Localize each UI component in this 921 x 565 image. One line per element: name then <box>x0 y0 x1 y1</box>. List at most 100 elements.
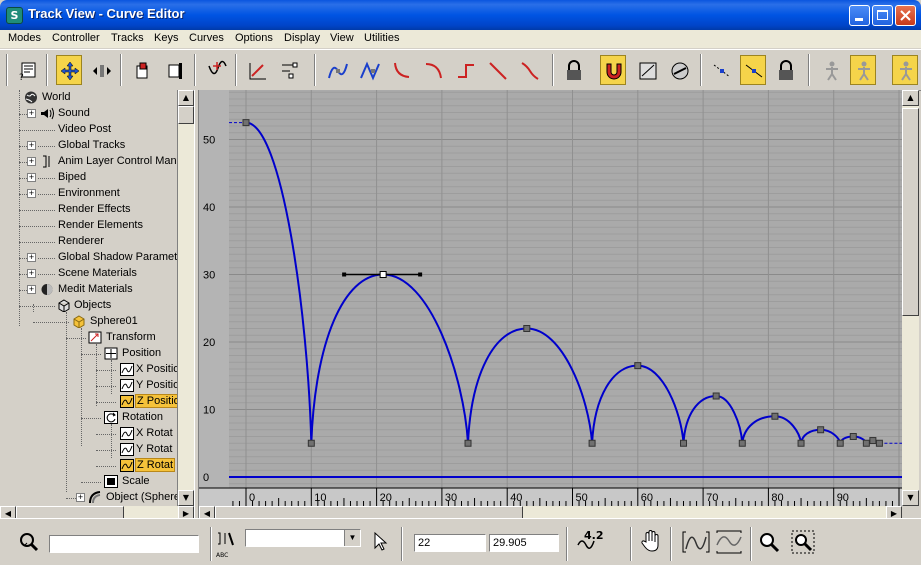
scroll-down-icon[interactable]: ▼ <box>178 490 194 506</box>
draw-curves-button[interactable] <box>244 55 270 85</box>
tree-item-z-position[interactable]: Z Positio <box>0 394 177 410</box>
menu-options[interactable]: Options <box>235 32 273 44</box>
tangent-handle-out[interactable] <box>418 272 423 277</box>
scale-values-button[interactable] <box>162 55 188 85</box>
snap-frames-button[interactable] <box>600 55 626 85</box>
tree-item-medit-materials[interactable]: + Medit Materials <box>0 282 177 298</box>
scroll-thumb[interactable] <box>178 106 194 124</box>
expand-icon[interactable]: + <box>27 109 36 118</box>
menu-modes[interactable]: Modes <box>8 32 41 44</box>
tree-item-anim-layer[interactable]: + Anim Layer Control Mana <box>0 154 177 170</box>
tree-item-world[interactable]: World <box>0 90 177 106</box>
tangent-slow-button[interactable] <box>420 55 446 85</box>
expand-icon[interactable]: + <box>27 285 36 294</box>
expand-icon[interactable]: + <box>27 189 36 198</box>
show-tangents-button[interactable] <box>708 55 734 85</box>
expand-icon[interactable]: + <box>27 269 36 278</box>
key[interactable] <box>771 412 779 420</box>
scale-keys-button[interactable] <box>130 55 156 85</box>
key-selected[interactable] <box>379 271 387 278</box>
expand-icon[interactable]: + <box>27 157 36 166</box>
tangent-fast-button[interactable] <box>388 55 414 85</box>
key[interactable] <box>712 392 720 400</box>
expand-icon[interactable]: + <box>27 253 36 262</box>
key[interactable] <box>242 119 250 127</box>
menu-keys[interactable]: Keys <box>154 32 178 44</box>
scroll-down-icon[interactable]: ▼ <box>902 490 919 506</box>
track-name-field[interactable] <box>49 535 199 553</box>
zoom-horizontal-extents-icon[interactable] <box>681 529 711 557</box>
expand-icon[interactable]: + <box>76 493 85 502</box>
slide-keys-button[interactable] <box>88 55 114 85</box>
graph-vertical-scrollbar[interactable]: ▲ ▼ <box>902 90 919 506</box>
show-keyable-button[interactable] <box>634 55 660 85</box>
lock-tangents-button[interactable] <box>772 55 798 85</box>
tree-item-scale[interactable]: Scale <box>0 474 177 490</box>
key[interactable] <box>862 439 870 447</box>
tree-item-rotation[interactable]: Rotation <box>0 410 177 426</box>
key[interactable] <box>836 439 844 447</box>
lock-selection-button[interactable] <box>560 55 586 85</box>
show-biped-xyz-button[interactable] <box>892 55 918 85</box>
zoom-icon[interactable] <box>758 531 782 555</box>
key[interactable] <box>307 439 315 447</box>
key[interactable] <box>738 439 746 447</box>
tree-item-render-elements[interactable]: Render Elements <box>0 218 177 234</box>
key[interactable] <box>869 437 877 445</box>
cursor-icon[interactable] <box>372 531 388 553</box>
tree-item-z-rotation[interactable]: Z Rotat <box>0 458 177 474</box>
zoom-selected-icon[interactable] <box>18 531 40 553</box>
key[interactable] <box>588 439 596 447</box>
menu-view[interactable]: View <box>330 32 354 44</box>
tree-item-render-effects[interactable]: Render Effects <box>0 202 177 218</box>
menu-display[interactable]: Display <box>284 32 320 44</box>
tree-item-renderer[interactable]: Renderer <box>0 234 177 250</box>
frame-field[interactable]: 22 <box>414 534 486 552</box>
minimize-button[interactable] <box>849 5 870 26</box>
zoom-value-extents-icon[interactable] <box>714 529 744 557</box>
key[interactable] <box>523 325 531 332</box>
expand-icon[interactable]: + <box>27 141 36 150</box>
tree-item-x-position[interactable]: X Positio <box>0 362 177 378</box>
tree-item-environment[interactable]: + Environment <box>0 186 177 202</box>
chevron-down-icon[interactable]: ▼ <box>344 530 360 546</box>
tree-item-biped[interactable]: + Biped <box>0 170 177 186</box>
key[interactable] <box>797 439 805 447</box>
filter-button[interactable]: ? <box>14 55 40 85</box>
tree-item-scene-materials[interactable]: + Scene Materials <box>0 266 177 282</box>
tree-item-video-post[interactable]: Video Post <box>0 122 177 138</box>
tangent-step-button[interactable] <box>452 55 478 85</box>
curve-graph[interactable]: 0 10 20 30 40 50 0 10 20 30 40 50 60 70 80 90 <box>199 90 902 506</box>
insert-keys-button[interactable] <box>203 55 229 85</box>
selection-set-dropdown[interactable]: ▼ <box>245 529 361 547</box>
menu-utilities[interactable]: Utilities <box>364 32 399 44</box>
title-bar[interactable]: S Track View - Curve Editor <box>0 0 921 30</box>
tree-item-objects[interactable]: Objects <box>0 298 177 314</box>
tree-item-sound[interactable]: + Sound <box>0 106 177 122</box>
tree-item-global-tracks[interactable]: + Global Tracks <box>0 138 177 154</box>
3ds-max-icon[interactable]: S <box>6 7 23 24</box>
reduce-keys-button[interactable] <box>276 55 302 85</box>
menu-curves[interactable]: Curves <box>189 32 224 44</box>
tree-item-global-shadow[interactable]: + Global Shadow Paramete <box>0 250 177 266</box>
value-field[interactable]: 29.905 <box>489 534 559 552</box>
tangent-linear-button[interactable] <box>484 55 510 85</box>
tree-item-x-rotation[interactable]: X Rotat <box>0 426 177 442</box>
tree-vertical-scrollbar[interactable]: ▲ ▼ <box>178 90 194 506</box>
zoom-region-icon[interactable] <box>790 529 816 555</box>
scroll-up-icon[interactable]: ▲ <box>902 90 919 106</box>
scroll-thumb[interactable] <box>902 108 919 316</box>
tangent-handle-in[interactable] <box>342 272 347 277</box>
key[interactable] <box>875 439 883 447</box>
key[interactable] <box>817 426 825 434</box>
show-all-tangents-button[interactable] <box>666 55 692 85</box>
menu-controller[interactable]: Controller <box>52 32 100 44</box>
expand-icon[interactable]: + <box>27 173 36 182</box>
tree-item-position[interactable]: Position <box>0 346 177 362</box>
menu-tracks[interactable]: Tracks <box>111 32 144 44</box>
tree-item-transform[interactable]: Transform <box>0 330 177 346</box>
show-biped-positions-button[interactable] <box>818 55 844 85</box>
show-biped-rotations-button[interactable] <box>850 55 876 85</box>
show-tangents-active-button[interactable] <box>740 55 766 85</box>
key[interactable] <box>680 439 688 447</box>
